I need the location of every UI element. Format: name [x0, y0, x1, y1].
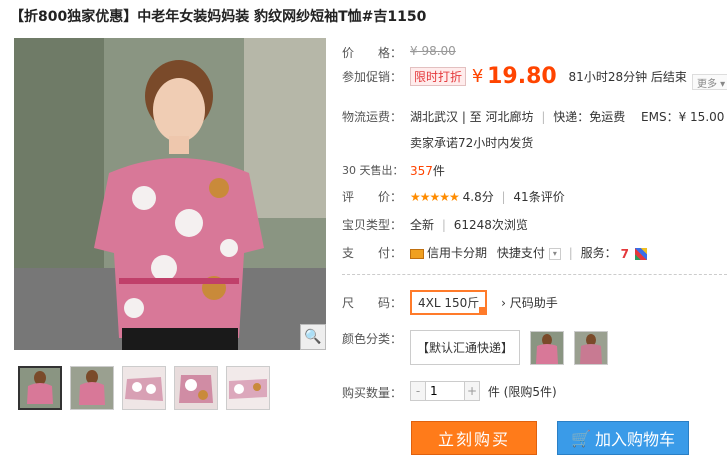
shipping-row: 物流运费： 湖北武汉 | 至 河北廊坊 | 快递：免运费 EMS：¥ 15.00 [342, 108, 724, 125]
add-to-cart-label: 加入购物车 [594, 430, 675, 449]
color-option-image-2[interactable] [573, 330, 608, 365]
sales-count: 357 [410, 164, 433, 178]
review-count-link[interactable]: 41条评价 [513, 190, 564, 204]
color-label: 颜色分类： [342, 332, 403, 346]
shipping-promise: 卖家承诺72小时内发货 [410, 136, 534, 150]
decrement-button[interactable]: - [411, 382, 425, 400]
type-row: 宝贝类型： 全新 | 61248次浏览 [342, 216, 528, 233]
color-option-text[interactable]: 【默认汇通快递】 [410, 330, 521, 365]
sales-label: 30 天售出： [342, 164, 404, 177]
size-label: 尺 码： [342, 296, 403, 310]
rating-score: 4.8分 [462, 190, 494, 204]
promo-tag: 限时打折 [410, 67, 467, 86]
quantity-limit: 件 (限购5件) [487, 384, 557, 399]
price-label: 价 格： [342, 46, 403, 60]
shipping-route[interactable]: 湖北武汉 | 至 河北廊坊 [410, 110, 534, 124]
thumbnail-2[interactable] [70, 366, 114, 410]
divider: | [441, 218, 446, 232]
chevron-right-icon: › [501, 296, 506, 310]
product-photo [14, 38, 326, 350]
express-fee: 快递：免运费 [553, 110, 626, 124]
divider: | [541, 110, 546, 124]
divider-line [342, 274, 727, 275]
currency-symbol: ¥ [471, 66, 484, 87]
cart-icon: 🛒 [571, 428, 591, 448]
size-row: 尺 码： 4XL 150斤 › 尺码助手 [342, 290, 558, 315]
promo-countdown: 81小时28分钟 后结束 [568, 70, 687, 84]
quantity-stepper[interactable]: - + [410, 381, 480, 401]
promo-label: 参加促销： [342, 70, 403, 84]
divider: | [501, 190, 506, 204]
payment-label: 支 付： [342, 246, 403, 260]
rating-label: 评 价： [342, 190, 403, 204]
promo-price: 19.80 [487, 64, 557, 89]
more-promos-button[interactable]: 更多 ▾ [692, 74, 727, 90]
quantity-input[interactable] [425, 382, 465, 400]
seven-day-return-icon[interactable]: 7 [621, 247, 629, 261]
credit-card-icon [410, 248, 424, 259]
sales-unit: 件 [432, 164, 445, 178]
thumbnail-5[interactable] [226, 366, 270, 410]
thumbnail-list [18, 366, 270, 410]
shipping-label: 物流运费： [342, 110, 403, 124]
size-option-selected[interactable]: 4XL 150斤 [410, 290, 488, 315]
size-helper-link[interactable]: › 尺码助手 [501, 296, 558, 310]
divider: | [568, 246, 573, 260]
color-options: 【默认汇通快递】 [410, 330, 608, 365]
product-main-image[interactable]: 🔍 [14, 38, 326, 350]
payment-row: 支 付： 信用卡分期 快捷支付 ▾ | 服务： 7 [342, 244, 647, 261]
quantity-row: 购买数量： - + 件 (限购5件) [342, 381, 557, 401]
thumbnail-1[interactable] [18, 366, 62, 410]
size-option-label: 4XL 150斤 [418, 296, 480, 310]
checkmark-icon [479, 307, 488, 315]
magnifier-icon[interactable]: 🔍 [300, 324, 326, 350]
service-badge-icon[interactable] [634, 247, 647, 260]
view-count: 61248次浏览 [453, 218, 528, 232]
more-label: 更多 [697, 79, 717, 90]
product-title: 【折800独家优惠】中老年女装妈妈装 豹纹网纱短袖T恤#吉1150 [10, 9, 427, 25]
original-price: ¥ 98.00 [410, 44, 456, 58]
color-row: 颜色分类： [342, 330, 410, 347]
color-option-image-1[interactable] [529, 330, 564, 365]
thumbnail-4[interactable] [174, 366, 218, 410]
type-label: 宝贝类型： [342, 218, 403, 232]
ems-fee: EMS：¥ 15.00 [641, 110, 725, 124]
thumbnail-3[interactable] [122, 366, 166, 410]
rating-row: 评 价： ★★★★★ 4.8分 | 41条评价 [342, 188, 565, 205]
quick-pay-link[interactable]: 快捷支付 [497, 246, 545, 260]
price-row: 价 格： ¥ 98.00 [342, 44, 456, 61]
star-rating: ★★★★★ [410, 190, 460, 204]
promo-row: 参加促销： 限时打折 ¥ 19.80 81小时28分钟 后结束 [342, 64, 687, 89]
buy-now-button[interactable]: 立刻购买 [411, 421, 537, 455]
service-label: 服务： [580, 246, 617, 260]
installment-link[interactable]: 信用卡分期 [427, 246, 487, 260]
chevron-down-icon[interactable]: ▾ [548, 247, 561, 260]
sales-row: 30 天售出： 357件 [342, 162, 445, 178]
add-to-cart-button[interactable]: 🛒 加入购物车 [557, 421, 689, 455]
quantity-label: 购买数量： [342, 386, 403, 400]
item-condition: 全新 [410, 218, 435, 232]
size-helper-label: 尺码助手 [509, 296, 558, 310]
increment-button[interactable]: + [465, 382, 479, 400]
